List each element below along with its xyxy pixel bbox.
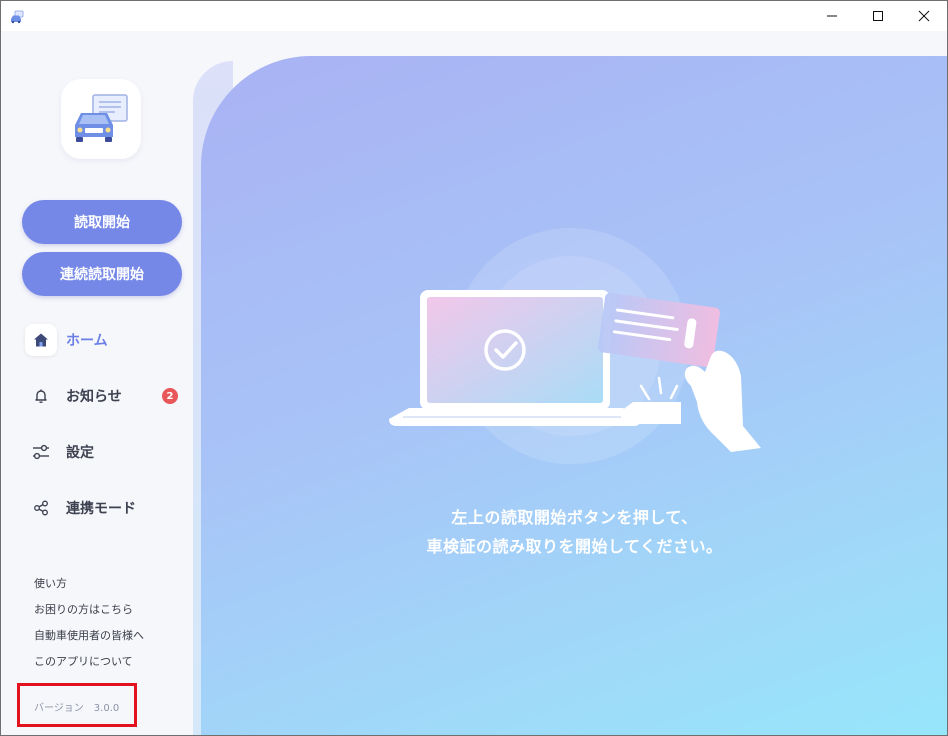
nav-label-settings: 設定: [66, 445, 94, 461]
close-button[interactable]: [901, 1, 947, 31]
share-icon: [25, 492, 57, 524]
nav-item-settings[interactable]: 設定: [25, 435, 195, 469]
sidebar: 読取開始 連続読取開始 ホーム お知らせ 2 設定 連携モード 使い方 お困りの…: [1, 31, 201, 735]
car-document-logo: [75, 94, 128, 142]
instruction-line-2: 車検証の読み取りを開始してください。: [426, 537, 723, 556]
maximize-button[interactable]: [855, 1, 901, 31]
car-app-icon: [10, 9, 24, 24]
version-highlight-box: [17, 683, 137, 727]
app-window: 読取開始 連続読取開始 ホーム お知らせ 2 設定 連携モード 使い方 お困りの…: [0, 0, 948, 736]
app-logo: [61, 79, 141, 159]
nav-item-news[interactable]: お知らせ 2: [25, 379, 195, 413]
continuous-read-button[interactable]: 連続読取開始: [22, 252, 182, 296]
main-panel: 左上の読取開始ボタンを押して、 車検証の読み取りを開始してください。: [201, 56, 947, 735]
title-bar[interactable]: [1, 1, 947, 31]
footer-link-help[interactable]: お困りの方はこちら: [34, 601, 133, 617]
bell-icon: [25, 380, 57, 412]
home-icon: [25, 324, 57, 356]
instruction-line-1: 左上の読取開始ボタンを押して、: [451, 508, 698, 527]
settings-sliders-icon: [25, 436, 57, 468]
start-read-button[interactable]: 読取開始: [22, 200, 182, 244]
laptop-card-reader-illustration: [389, 228, 761, 464]
nav-label-link-mode: 連携モード: [66, 501, 136, 517]
footer-link-vehicle-users[interactable]: 自動車使用者の皆様へ: [34, 627, 144, 643]
nav-label-home: ホーム: [66, 333, 108, 349]
nav-item-home[interactable]: ホーム: [25, 323, 195, 357]
nav-item-link-mode[interactable]: 連携モード: [25, 491, 195, 525]
minimize-button[interactable]: [809, 1, 855, 31]
notification-badge: 2: [162, 388, 178, 404]
nav-label-news: お知らせ: [66, 389, 122, 405]
footer-link-how-to-use[interactable]: 使い方: [34, 575, 67, 591]
footer-link-about[interactable]: このアプリについて: [34, 653, 133, 669]
